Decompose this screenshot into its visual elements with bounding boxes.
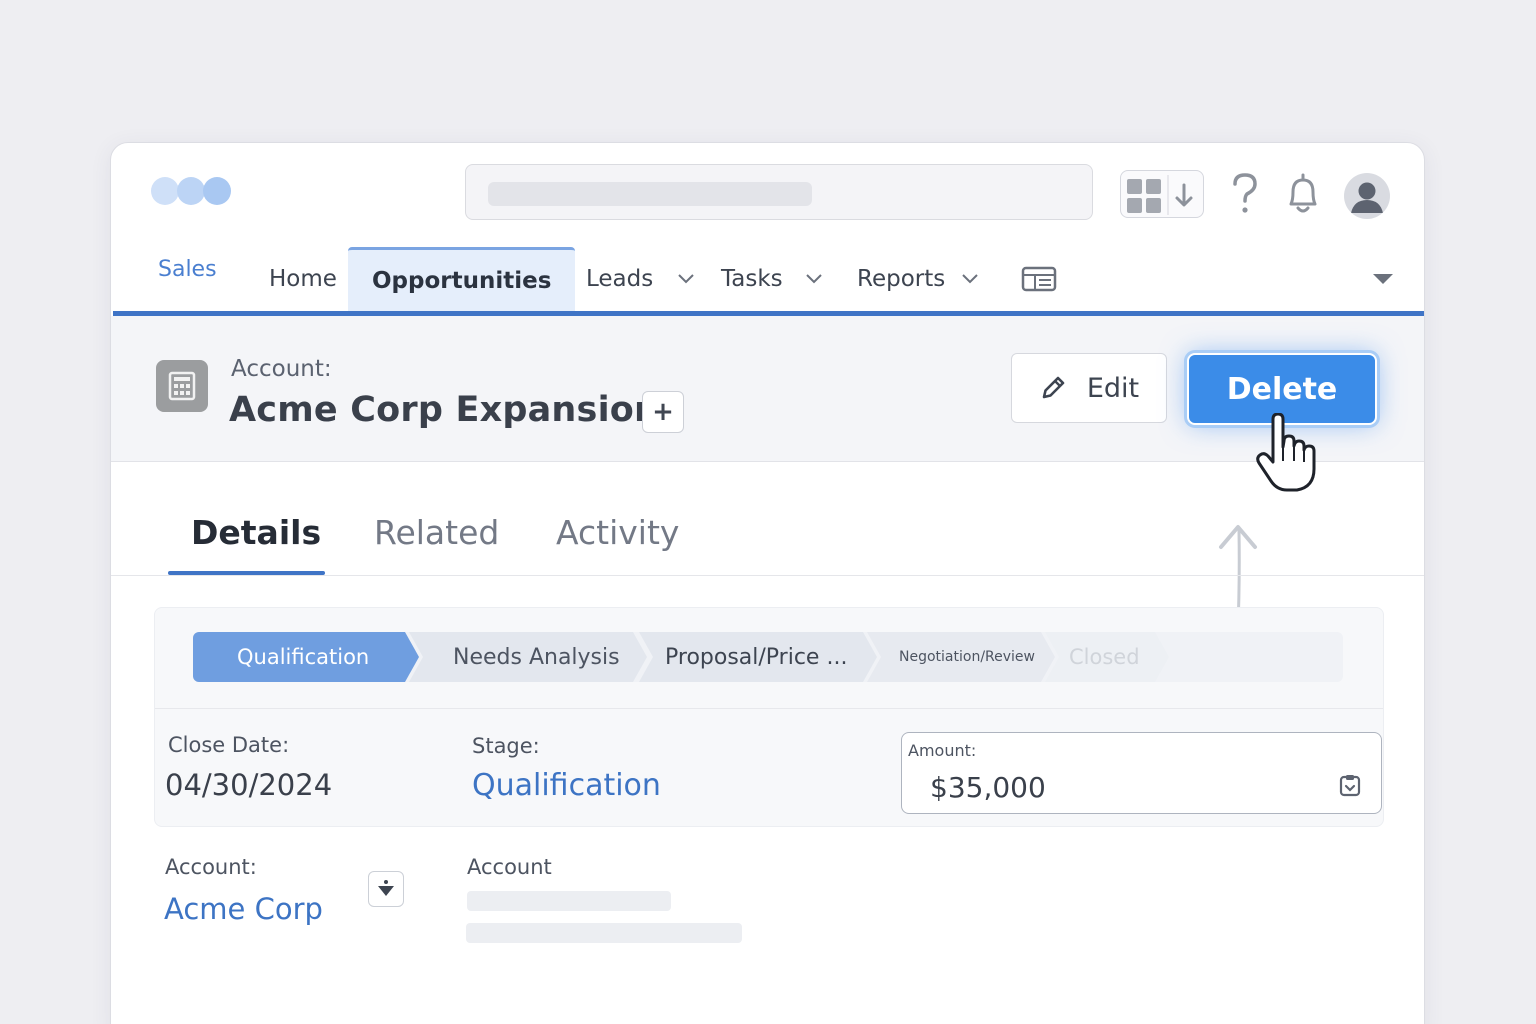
close-date-value: 04/30/2024 xyxy=(165,768,333,802)
details-card: Qualification Needs Analysis Proposal/Pr… xyxy=(154,607,1384,827)
chevron-down-icon[interactable] xyxy=(805,273,823,285)
stage-label: Stage: xyxy=(472,734,540,758)
tab-details[interactable]: Details xyxy=(191,513,321,552)
caret-down-icon xyxy=(1373,274,1393,284)
clipboard-icon[interactable] xyxy=(1338,773,1362,797)
help-icon xyxy=(1233,173,1257,213)
download-icon xyxy=(1175,183,1193,207)
building-icon xyxy=(168,371,196,401)
account-lookup-button[interactable] xyxy=(368,871,404,907)
path-step-proposal[interactable]: Proposal/Price ... xyxy=(639,632,877,682)
chevron-down-icon[interactable] xyxy=(677,273,695,285)
add-button[interactable]: + xyxy=(642,391,684,433)
app-launcher-button[interactable] xyxy=(1120,170,1204,218)
amount-label: Amount: xyxy=(908,741,977,760)
nav-more-button[interactable] xyxy=(1371,247,1395,311)
amount-field[interactable]: Amount: $35,000 xyxy=(901,732,1382,814)
card-divider xyxy=(155,708,1383,709)
app-window: Sales Home Opportunities Leads Tasks Rep… xyxy=(110,142,1425,1024)
placeholder-bar xyxy=(467,891,671,911)
close-date-label: Close Date: xyxy=(168,733,290,757)
path-step-needs-analysis[interactable]: Needs Analysis xyxy=(409,632,647,682)
tab-related[interactable]: Related xyxy=(374,513,499,552)
tabs-divider xyxy=(111,575,1424,576)
dashboard-icon xyxy=(1021,266,1057,292)
app-name[interactable]: Sales xyxy=(158,257,217,282)
app-launcher-icon xyxy=(1127,175,1193,215)
dropdown-icon xyxy=(378,880,394,896)
hand-cursor-icon xyxy=(1256,413,1316,492)
nav-item-reports[interactable]: Reports xyxy=(857,247,979,311)
nav-item-opportunities[interactable]: Opportunities xyxy=(348,247,575,311)
record-type-label: Account: xyxy=(231,356,332,382)
avatar-icon xyxy=(1351,182,1383,213)
global-search-input[interactable] xyxy=(465,164,1093,220)
account-label: Account: xyxy=(165,855,257,879)
nav-item-dashboards[interactable] xyxy=(1021,247,1057,311)
nav-item-tasks[interactable]: Tasks xyxy=(721,247,823,311)
amount-value[interactable]: $35,000 xyxy=(930,771,1046,804)
search-placeholder-bar xyxy=(488,182,812,206)
stage-value[interactable]: Qualification xyxy=(472,768,661,803)
path-step-negotiation[interactable]: Negotiation/Review xyxy=(867,632,1055,682)
account-field-label: Account xyxy=(467,855,552,879)
stage-path: Qualification Needs Analysis Proposal/Pr… xyxy=(193,632,1343,682)
notifications-button[interactable] xyxy=(1280,171,1326,217)
record-type-icon xyxy=(156,360,208,412)
account-link[interactable]: Acme Corp xyxy=(164,892,323,926)
chevron-down-icon[interactable] xyxy=(961,273,979,285)
help-button[interactable] xyxy=(1222,171,1268,217)
app-logo[interactable] xyxy=(151,175,235,205)
tab-activity[interactable]: Activity xyxy=(556,513,679,552)
record-header: Account: Acme Corp Expansion + Edit Dele… xyxy=(111,316,1424,462)
path-step-qualification[interactable]: Qualification xyxy=(193,632,419,682)
nav-item-leads[interactable]: Leads xyxy=(586,247,695,311)
path-step-closed[interactable]: Closed xyxy=(1045,632,1169,682)
placeholder-bar xyxy=(466,923,742,943)
user-avatar[interactable] xyxy=(1344,173,1390,219)
bell-icon xyxy=(1289,173,1317,213)
record-title: Acme Corp Expansion xyxy=(229,390,660,430)
edit-button[interactable]: Edit xyxy=(1011,353,1167,423)
nav-item-home[interactable]: Home xyxy=(269,247,337,311)
pencil-icon xyxy=(1042,376,1065,399)
